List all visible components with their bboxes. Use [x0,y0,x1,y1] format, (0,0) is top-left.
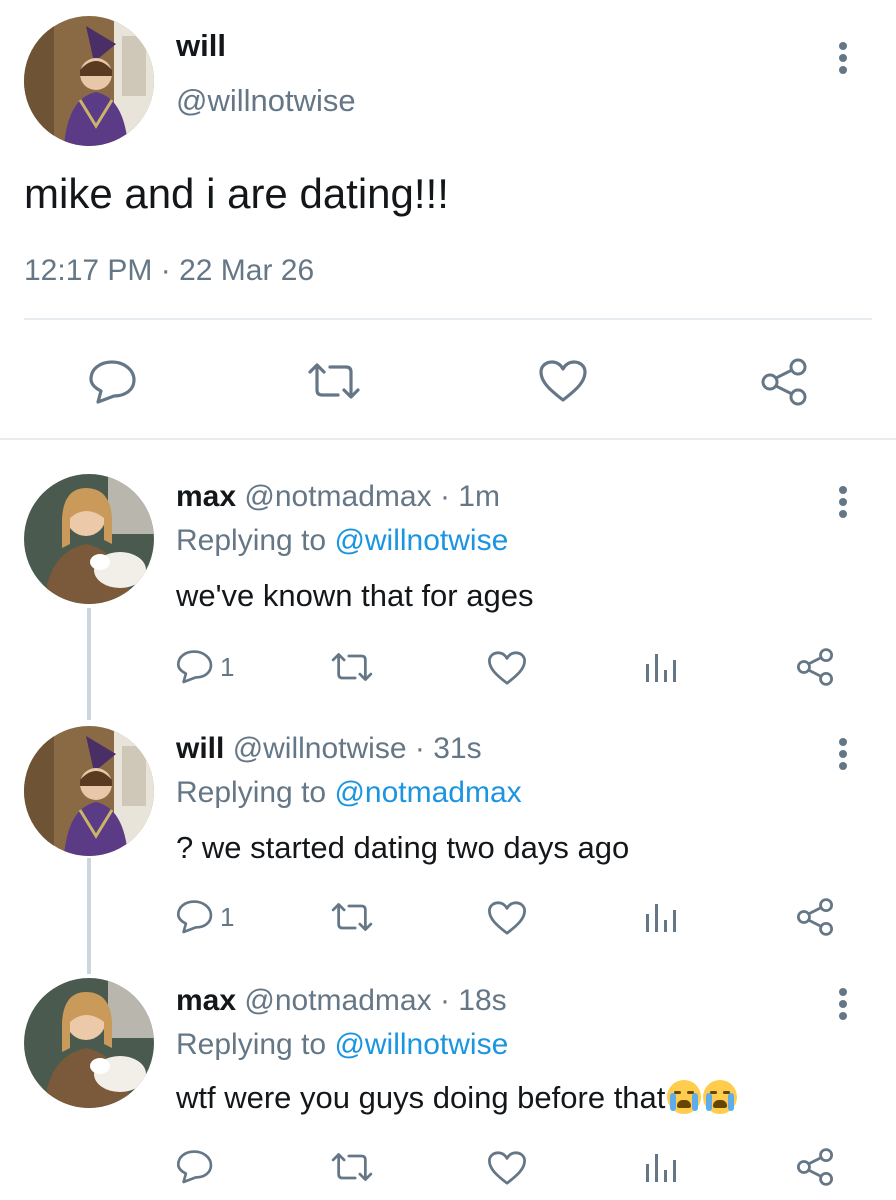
tweet-timestamp: 12:17 PM · 22 Mar 26 [24,254,315,287]
replying-to: Replying to @willnotwise [176,524,508,558]
reply-author-handle[interactable]: @notmadmax [244,984,431,1017]
replying-to-label: Replying to [176,776,327,809]
retweet-icon[interactable] [330,1150,374,1184]
replying-to-label: Replying to [176,1028,327,1061]
like-icon[interactable] [487,650,527,686]
replying-to: Replying to @notmadmax [176,776,522,810]
more-options-icon[interactable] [838,486,848,522]
loudly-crying-face-icon [667,1080,702,1114]
reply-header: max @notmadmax · 18s [176,984,507,1018]
more-options-icon[interactable] [838,42,848,78]
analytics-icon[interactable] [644,900,680,934]
avatar[interactable] [24,726,154,856]
reply-icon[interactable] [176,648,214,684]
reply-header: max @notmadmax · 1m [176,480,500,514]
reply-count: 1 [220,652,235,682]
like-icon[interactable] [487,1150,527,1186]
replying-to-handle[interactable]: @willnotwise [334,1028,508,1061]
reply-text: ? we started dating two days ago [176,830,630,865]
replying-to: Replying to @willnotwise [176,1028,508,1062]
avatar[interactable] [24,16,154,146]
analytics-icon[interactable] [644,650,680,684]
reply-icon[interactable] [88,358,138,404]
replying-to-label: Replying to [176,524,327,557]
share-icon[interactable] [760,358,808,406]
reply-author-handle[interactable]: @notmadmax [244,480,431,513]
share-icon[interactable] [796,1148,834,1186]
divider [0,438,896,440]
divider [24,318,872,320]
reply-time: · 18s [439,984,507,1017]
reply-author-name[interactable]: max [176,984,236,1017]
reply-author-name[interactable]: max [176,480,236,513]
more-options-icon[interactable] [838,738,848,774]
tweet-author-name[interactable]: will [176,28,226,64]
reply-icon[interactable] [176,1148,214,1184]
reply-header: will @willnotwise · 31s [176,732,482,766]
replying-to-handle[interactable]: @notmadmax [334,776,521,809]
analytics-icon[interactable] [644,1150,680,1184]
tweet-author-handle[interactable]: @willnotwise [176,83,356,119]
like-icon[interactable] [487,900,527,936]
tweet-text: mike and i are dating!!! [24,170,449,217]
replying-to-handle[interactable]: @willnotwise [334,524,508,557]
reply-text: wtf were you guys doing before that [176,1080,666,1115]
reply-icon[interactable] [176,898,214,934]
share-icon[interactable] [796,898,834,936]
reply-author-name[interactable]: will [176,732,224,765]
thread-line [87,858,91,974]
reply-time: · 31s [414,732,482,765]
thread-line [87,608,91,720]
reply-text-container: wtf were you guys doing before that [176,1080,738,1116]
retweet-icon[interactable] [330,900,374,934]
reply-count: 1 [220,902,235,932]
like-icon[interactable] [538,359,588,403]
avatar[interactable] [24,978,154,1108]
reply-author-handle[interactable]: @willnotwise [233,732,407,765]
retweet-icon[interactable] [330,650,374,684]
reply-text: we've known that for ages [176,578,534,613]
avatar[interactable] [24,474,154,604]
share-icon[interactable] [796,648,834,686]
loudly-crying-face-icon [703,1080,738,1114]
reply-time: · 1m [439,480,500,513]
retweet-icon[interactable] [306,360,362,402]
more-options-icon[interactable] [838,988,848,1024]
